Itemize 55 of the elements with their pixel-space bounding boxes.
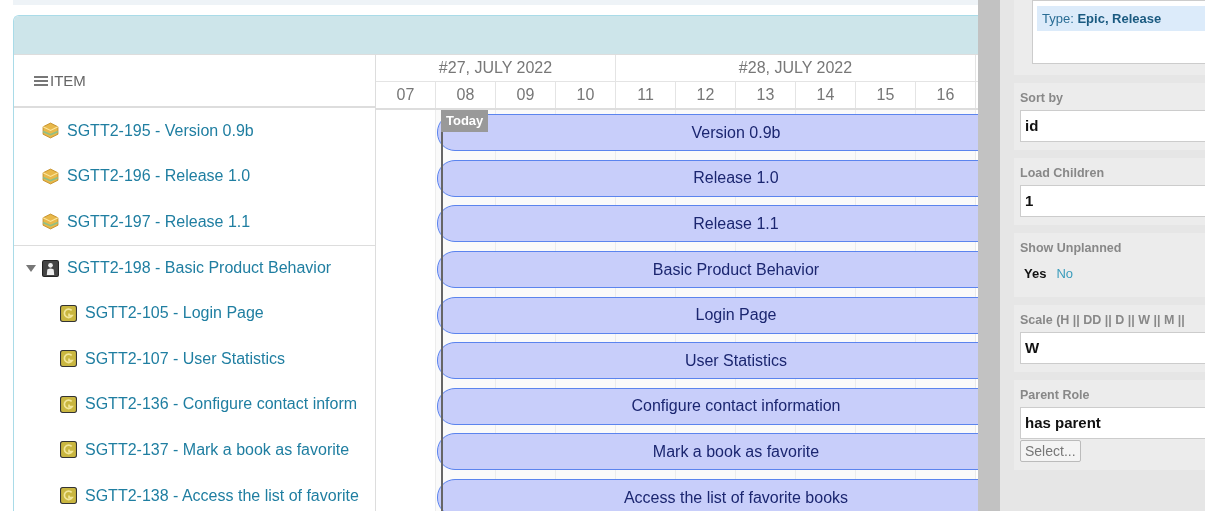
task-bar[interactable]: Login Page [437, 296, 978, 334]
select-button[interactable]: Select... [1020, 440, 1081, 462]
item-link[interactable]: SGTT2-195 - Version 0.9b [67, 121, 254, 140]
task-bar[interactable]: User Statistics [437, 342, 978, 380]
day-label: 10 [576, 86, 595, 104]
item-link[interactable]: SGTT2-136 - Configure contact inform [85, 395, 358, 414]
item-link[interactable]: SGTT2-105 - Login Page [85, 304, 264, 323]
input-field[interactable]: has parent [1020, 407, 1205, 439]
input-field[interactable]: W [1020, 332, 1205, 364]
setting-label: Load Children [1020, 166, 1106, 180]
day-label: 08 [456, 86, 475, 104]
item-link[interactable]: SGTT2-107 - User Statistics [85, 349, 286, 368]
task-bar[interactable]: Mark a book as favorite [437, 433, 978, 471]
task-bar[interactable]: Configure contact information [437, 387, 978, 425]
task-bar[interactable]: Release 1.0 [437, 159, 978, 197]
column-header: ITEM [50, 72, 86, 89]
menu-icon[interactable] [34, 75, 48, 86]
toggle-option[interactable]: Yes [1024, 266, 1047, 281]
day-label: 11 [637, 86, 654, 104]
week-label: #28, JULY 2022 [738, 59, 853, 77]
task-bar[interactable]: Release 1.1 [437, 205, 978, 243]
box-icon [42, 167, 59, 185]
story-icon [60, 395, 77, 413]
day-label: 12 [696, 86, 715, 104]
setting-label: Parent Role [1020, 388, 1091, 402]
setting-label: Sort by [1020, 91, 1065, 105]
day-label: 14 [816, 86, 835, 104]
item-link[interactable]: SGTT2-198 - Basic Product Behavior [67, 259, 332, 278]
input-field[interactable]: id [1020, 110, 1205, 142]
day-label: 07 [396, 86, 415, 104]
scrollbar[interactable] [978, 0, 1000, 511]
box-icon [42, 122, 59, 140]
day-label: 15 [876, 86, 895, 104]
item-link[interactable]: SGTT2-138 - Access the list of favorite [85, 486, 359, 505]
item-link[interactable]: SGTT2-196 - Release 1.0 [67, 167, 251, 186]
setting-label: Scale (H || DD || D || W || M || [1020, 313, 1186, 327]
person-icon [42, 259, 59, 277]
task-bar[interactable]: Access the list of favorite books [437, 479, 978, 511]
today-label: Today [441, 110, 489, 132]
story-icon [60, 304, 77, 322]
item-link[interactable]: SGTT2-197 - Release 1.1 [67, 213, 251, 231]
box-icon [42, 213, 59, 231]
filter-box[interactable]: Type: Epic, Release [1032, 0, 1205, 64]
filter-chip[interactable]: Type: Epic, Release [1037, 6, 1205, 31]
task-bar[interactable]: Basic Product Behavior [437, 251, 978, 289]
story-icon [60, 487, 77, 505]
input-field[interactable]: 1 [1020, 185, 1205, 217]
day-label: 16 [936, 86, 955, 104]
week-label: #27, JULY 2022 [438, 59, 553, 77]
setting-label: Show Unplanned [1020, 241, 1123, 255]
story-icon [60, 441, 77, 459]
story-icon [60, 350, 77, 368]
item-link[interactable]: SGTT2-137 - Mark a book as favorite [85, 440, 350, 459]
day-label: 09 [516, 86, 535, 104]
day-label: 13 [756, 86, 775, 104]
